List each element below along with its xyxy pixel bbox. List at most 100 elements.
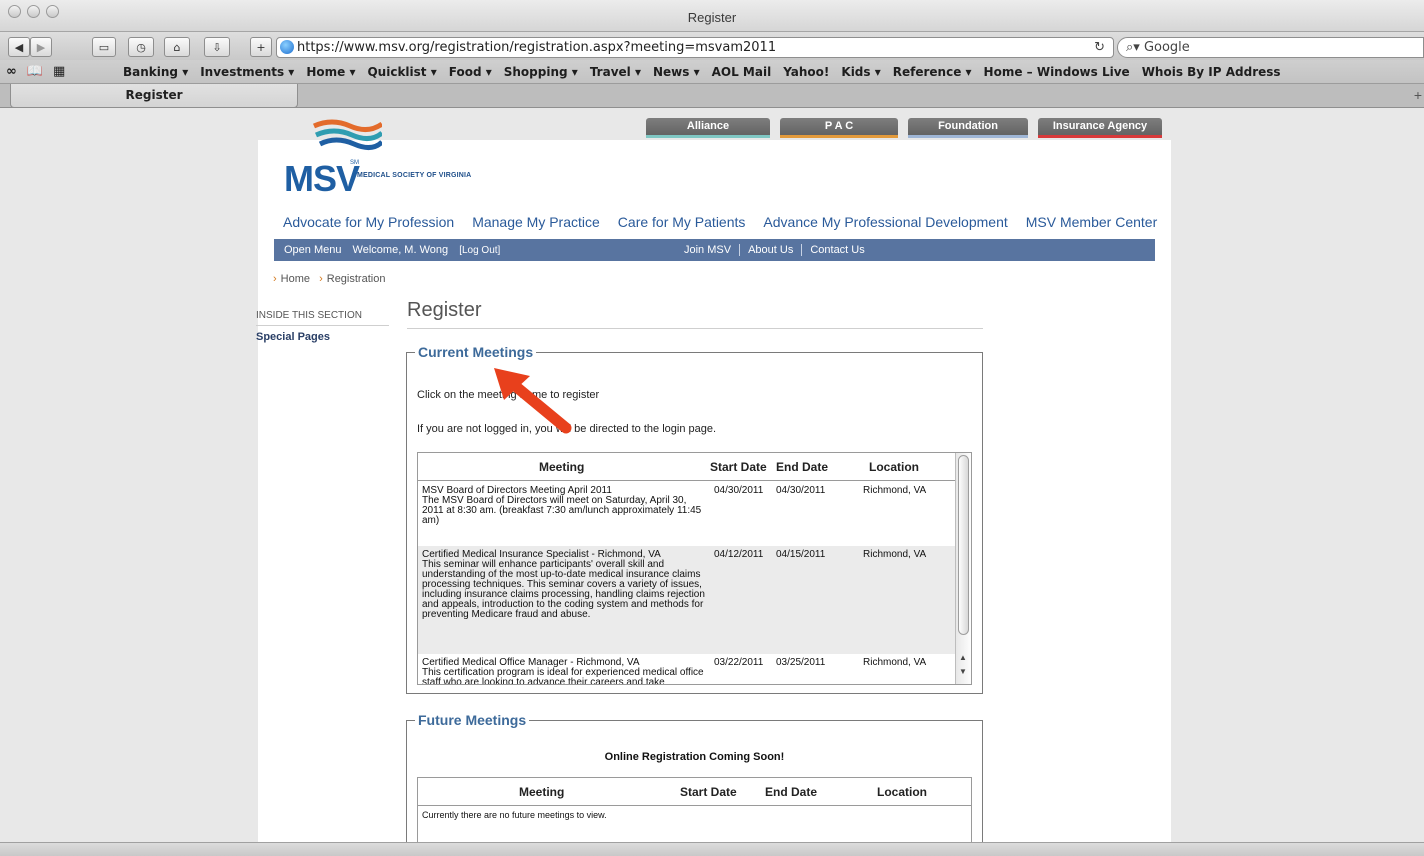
new-tab-icon[interactable]: + xyxy=(1414,87,1422,103)
reader-button[interactable]: ▭ xyxy=(92,37,116,57)
site-container: MSV SM MEDICAL SOCIETY OF VIRGINIA Advoc… xyxy=(256,119,1171,842)
table-row[interactable]: Certified Medical Office Manager - Richm… xyxy=(418,654,956,685)
add-bookmark-button[interactable]: + xyxy=(250,37,272,57)
history-button[interactable]: ◷ xyxy=(128,37,154,57)
table-row[interactable]: Certified Medical Insurance Specialist -… xyxy=(418,546,956,654)
affiliate-color-bar xyxy=(908,135,1028,138)
location: Richmond, VA xyxy=(863,485,927,496)
forward-arrow-icon: ▶ xyxy=(36,40,46,54)
bookmark-item[interactable]: Quicklist ▾ xyxy=(367,65,436,79)
book-icon: ▭ xyxy=(98,40,110,54)
annotation-arrow xyxy=(494,368,572,434)
affiliate-color-bar xyxy=(1038,135,1162,138)
member-links: Join MSV About Us Contact Us xyxy=(684,239,873,256)
back-button[interactable]: ◀ xyxy=(8,37,30,57)
bookmark-item[interactable]: Whois By IP Address xyxy=(1142,65,1281,79)
affiliate-tab-label: Alliance xyxy=(686,120,730,132)
main-nav-item[interactable]: Manage My Practice xyxy=(472,214,600,230)
breadcrumb-home[interactable]: Home xyxy=(281,273,310,285)
affiliate-tab[interactable]: Insurance Agency xyxy=(1038,118,1162,138)
affiliate-tab[interactable]: Foundation xyxy=(908,118,1028,138)
member-bar: Open Menu Welcome, M. Wong [Log Out] Joi… xyxy=(274,239,1155,261)
meeting-description: The MSV Board of Directors will meet on … xyxy=(422,495,702,526)
bookmark-item[interactable]: Reference ▾ xyxy=(893,65,972,79)
member-link[interactable]: Contact Us xyxy=(802,244,872,256)
main-nav-item[interactable]: MSV Member Center xyxy=(1026,214,1157,230)
bookmarks-list: Banking ▾ Investments ▾ Home ▾ Quicklist ▾ F… xyxy=(123,65,1281,79)
current-meetings-legend: Current Meetings xyxy=(415,344,537,360)
bookmark-item[interactable]: News ▾ xyxy=(653,65,700,79)
home-button[interactable]: ⌂ xyxy=(164,37,190,57)
bookmark-item[interactable]: Travel ▾ xyxy=(590,65,641,79)
tab-bar: Register + xyxy=(0,84,1424,108)
logo-service-mark: SM xyxy=(350,160,359,166)
logout-link[interactable]: [Log Out] xyxy=(459,245,500,256)
download-icon: ⇩ xyxy=(212,40,222,54)
msv-logo-text[interactable]: MSV xyxy=(284,158,360,200)
reading-list-icon[interactable]: ∞ xyxy=(6,64,17,79)
open-menu-link[interactable]: Open Menu xyxy=(284,244,341,256)
bookmarks-bar: ∞ 📖 ▦ Banking ▾ Investments ▾ Home ▾ Quickl… xyxy=(0,60,1424,84)
downloads-button[interactable]: ⇩ xyxy=(204,37,230,57)
col-start-date: Start Date xyxy=(680,785,737,799)
tab-register[interactable]: Register xyxy=(10,84,298,108)
bookmark-item[interactable]: Food ▾ xyxy=(449,65,492,79)
col-meeting: Meeting xyxy=(519,785,565,799)
affiliate-tab[interactable]: P A C xyxy=(780,118,898,138)
end-date: 03/25/2011 xyxy=(776,657,826,668)
location: Richmond, VA xyxy=(863,657,927,668)
breadcrumb-registration[interactable]: Registration xyxy=(327,273,386,285)
bookmark-item[interactable]: AOL Mail xyxy=(712,65,772,79)
page-viewport: Alliance P A C Foundation Insurance Agency … xyxy=(0,108,1424,842)
member-link[interactable]: About Us xyxy=(740,244,803,256)
bookmark-item[interactable]: Banking ▾ xyxy=(123,65,188,79)
col-location: Location xyxy=(877,785,927,799)
scroll-down-icon[interactable]: ▼ xyxy=(959,667,967,676)
affiliate-color-bar xyxy=(646,135,770,138)
affiliate-tab[interactable]: Alliance xyxy=(646,118,770,138)
main-navigation: Advocate for My Profession Manage My Prac… xyxy=(283,214,1157,230)
url-text: https://www.msv.org/registration/registr… xyxy=(297,40,777,55)
main-nav-item[interactable]: Advance My Professional Development xyxy=(763,214,1007,230)
forward-button[interactable]: ▶ xyxy=(30,37,52,57)
start-date: 04/12/2011 xyxy=(714,549,764,560)
sidebar-link-special-pages[interactable]: Special Pages xyxy=(256,331,330,343)
affiliate-color-bar xyxy=(780,135,898,138)
bookmark-item[interactable]: Yahoo! xyxy=(783,65,829,79)
affiliate-tabs: Alliance P A C Foundation Insurance Agency xyxy=(646,118,1162,138)
plus-icon: + xyxy=(256,40,266,54)
col-meeting: Meeting xyxy=(539,460,585,474)
bookmark-item[interactable]: Shopping ▾ xyxy=(504,65,578,79)
scroll-up-icon[interactable]: ▲ xyxy=(959,653,967,662)
meeting-description: This seminar will enhance participants' … xyxy=(422,559,705,620)
future-meetings-section: Future Meetings Online Registration Comi… xyxy=(406,712,983,842)
meeting-description: This certification program is ideal for … xyxy=(422,667,704,685)
bookmarks-book-icon[interactable]: 📖 xyxy=(27,64,43,79)
search-field[interactable]: ⌕▾ Google xyxy=(1117,37,1424,58)
breadcrumb-caret-icon: › xyxy=(273,273,277,285)
future-meetings-legend: Future Meetings xyxy=(415,712,530,728)
table-scrollbar[interactable]: ▲ ▼ xyxy=(955,453,971,684)
window-titlebar: Register xyxy=(0,0,1424,32)
main-nav-item[interactable]: Advocate for My Profession xyxy=(283,214,454,230)
member-link[interactable]: Join MSV xyxy=(684,244,741,256)
address-bar[interactable]: https://www.msv.org/registration/registr… xyxy=(276,37,1114,58)
col-end-date: End Date xyxy=(776,460,829,474)
bookmark-item[interactable]: Kids ▾ xyxy=(841,65,880,79)
registration-coming-soon: Online Registration Coming Soon! xyxy=(604,751,785,763)
no-future-meetings: Currently there are no future meetings t… xyxy=(422,810,607,820)
scrollbar-thumb[interactable] xyxy=(958,455,969,635)
table-row[interactable]: MSV Board of Directors Meeting April 201… xyxy=(418,482,956,546)
top-sites-icon[interactable]: ▦ xyxy=(53,64,65,79)
reload-icon[interactable]: ↻ xyxy=(1094,38,1105,57)
bookmark-item[interactable]: Home ▾ xyxy=(306,65,355,79)
main-nav-item[interactable]: Care for My Patients xyxy=(618,214,746,230)
logo-subtitle: MEDICAL SOCIETY OF VIRGINIA xyxy=(357,172,472,179)
affiliate-tab-label: P A C xyxy=(824,120,854,132)
back-arrow-icon: ◀ xyxy=(14,40,24,54)
browser-toolbar: ◀ ▶ ▭ ◷ ⌂ ⇩ + https://www.msv.org/regist… xyxy=(0,32,1424,60)
window-title: Register xyxy=(687,10,737,25)
bookmark-item[interactable]: Home – Windows Live xyxy=(984,65,1130,79)
sidebar-heading: INSIDE THIS SECTION xyxy=(256,310,389,326)
bookmark-item[interactable]: Investments ▾ xyxy=(200,65,294,79)
